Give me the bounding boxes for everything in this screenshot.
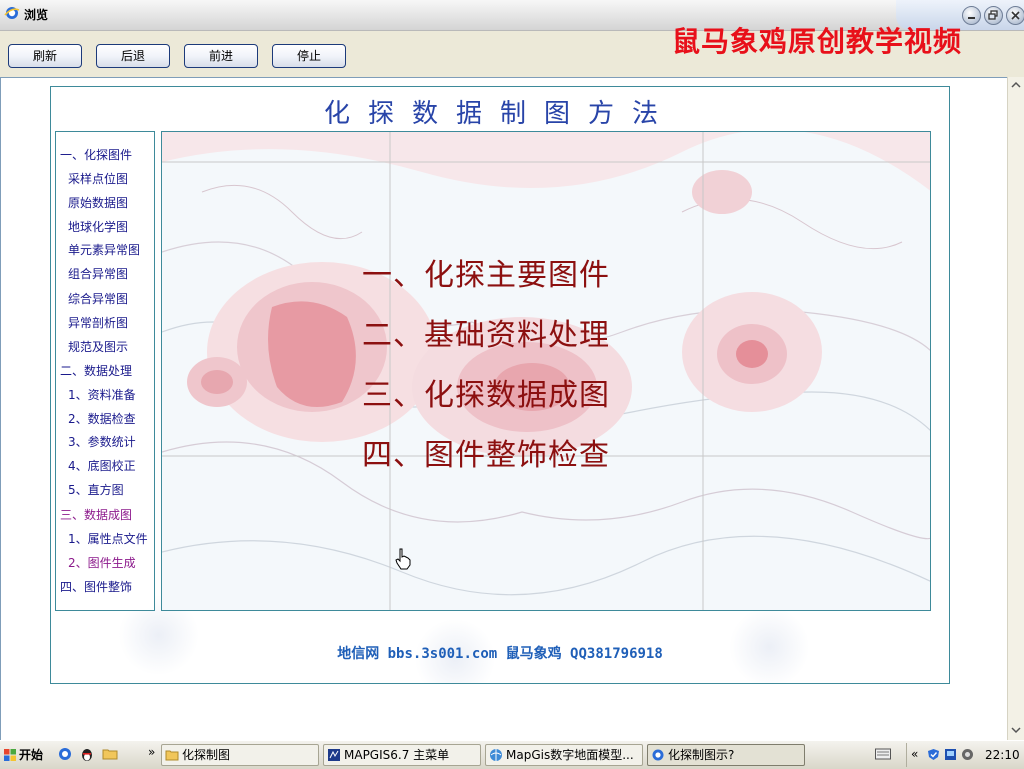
page-frame: 化探数据制图方法 一、化探图件 采样点位图 原始数据图 地球化学图 单元素异常图… (50, 86, 950, 684)
stop-button[interactable]: 停止 (272, 44, 346, 68)
nav-geochem-maps[interactable]: 一、化探图件 (60, 146, 132, 163)
nav-histogram[interactable]: 5、直方图 (68, 481, 124, 498)
geochem-map-panel: 一、化探主要图件 二、基础资料处理 三、化探数据成图 四、图件整饰检查 (161, 131, 931, 611)
maximize-button[interactable] (984, 6, 1003, 25)
nav-data-processing[interactable]: 二、数据处理 (60, 362, 132, 379)
nav-single-element-anomaly[interactable]: 单元素异常图 (68, 241, 140, 258)
nav-anomaly-profile[interactable]: 异常剖析图 (68, 314, 128, 331)
quicklaunch-overflow[interactable]: » (148, 745, 155, 759)
nav-map-finishing[interactable]: 四、图件整饰 (60, 578, 132, 595)
task-label: MapGis数字地面模型... (506, 748, 634, 762)
nav-standards-legend[interactable]: 规范及图示 (68, 338, 128, 355)
network-icon[interactable] (944, 748, 957, 761)
window-title: 浏览 (24, 8, 49, 22)
globe-icon (490, 749, 502, 761)
task-mapgis-dem[interactable]: MapGis数字地面模型... (485, 744, 643, 766)
forward-button[interactable]: 前进 (184, 44, 258, 68)
back-button[interactable]: 后退 (96, 44, 170, 68)
nav-parameter-stats[interactable]: 3、参数统计 (68, 433, 136, 450)
menu-data-mapping[interactable]: 三、化探数据成图 (362, 370, 610, 414)
menu-basic-data-processing[interactable]: 二、基础资料处理 (362, 310, 610, 354)
system-tray: « 22:10 (906, 743, 1023, 767)
nav-comprehensive-anomaly[interactable]: 综合异常图 (68, 290, 128, 307)
ie-icon[interactable] (57, 746, 73, 762)
nav-basemap-correction[interactable]: 4、底图校正 (68, 457, 136, 474)
ie-icon (4, 7, 20, 19)
ie-icon (652, 749, 664, 761)
scroll-up-arrow-icon[interactable] (1009, 78, 1023, 92)
task-label: 化探制图示? (668, 748, 735, 762)
menu-map-finishing-check[interactable]: 四、图件整饰检查 (362, 430, 610, 474)
qq-penguin-icon[interactable] (79, 746, 95, 762)
vertical-scrollbar[interactable] (1007, 77, 1024, 740)
task-mapgis-menu[interactable]: MAPGIS6.7 主菜单 (323, 744, 481, 766)
taskbar: 开始 » 化探制图 MAPGIS6.7 主菜单 MapGis数字地面模型... … (0, 740, 1024, 769)
nav-attribute-point-file[interactable]: 1、属性点文件 (68, 530, 148, 547)
scroll-down-arrow-icon[interactable] (1009, 723, 1023, 737)
folder-icon (165, 750, 179, 761)
mapgis-icon (328, 749, 340, 761)
nav-data-mapping[interactable]: 三、数据成图 (60, 506, 132, 523)
page-title: 化探数据制图方法 (323, 99, 676, 129)
nav-sample-location-map[interactable]: 采样点位图 (68, 170, 128, 187)
footer-credit: 地信网 bbs.3s001.com 鼠马象鸡 QQ381796918 (337, 646, 663, 662)
sidebar-nav: 一、化探图件 采样点位图 原始数据图 地球化学图 单元素异常图 组合异常图 综合… (55, 131, 155, 611)
windows-flag-icon (4, 749, 16, 761)
start-button[interactable]: 开始 (2, 744, 50, 766)
nav-data-check[interactable]: 2、数据检查 (68, 410, 136, 427)
menu-main-maps[interactable]: 一、化探主要图件 (362, 250, 610, 294)
watermark-caption: 鼠马象鸡原创教学视频 (672, 25, 963, 58)
nav-data-preparation[interactable]: 1、资料准备 (68, 386, 136, 403)
refresh-button[interactable]: 刷新 (8, 44, 82, 68)
task-label: 化探制图 (182, 748, 231, 762)
clock[interactable]: 22:10 (985, 748, 1020, 762)
nav-combined-anomaly[interactable]: 组合异常图 (68, 265, 128, 282)
minimize-button[interactable] (962, 6, 981, 25)
minimize-icon (968, 17, 975, 19)
nav-geochemical-map[interactable]: 地球化学图 (68, 218, 128, 235)
hand-cursor-icon (395, 548, 411, 570)
task-geochem-preview[interactable]: 化探制图示? (647, 744, 805, 766)
tray-overflow[interactable]: « (911, 747, 918, 761)
task-label: MAPGIS6.7 主菜单 (344, 748, 450, 762)
browser-content: 化探数据制图方法 一、化探图件 采样点位图 原始数据图 地球化学图 单元素异常图… (0, 77, 1007, 740)
restore-icon (988, 10, 998, 20)
keyboard-icon[interactable] (875, 747, 891, 761)
nav-raw-data-map[interactable]: 原始数据图 (68, 194, 128, 211)
security-shield-icon[interactable] (927, 748, 940, 761)
folder-icon[interactable] (102, 746, 118, 762)
volume-icon[interactable] (961, 748, 974, 761)
task-folder-geochem[interactable]: 化探制图 (161, 744, 319, 766)
close-button[interactable] (1006, 6, 1024, 25)
close-icon (1011, 11, 1020, 20)
nav-map-generation[interactable]: 2、图件生成 (68, 554, 136, 571)
start-label: 开始 (19, 748, 44, 762)
